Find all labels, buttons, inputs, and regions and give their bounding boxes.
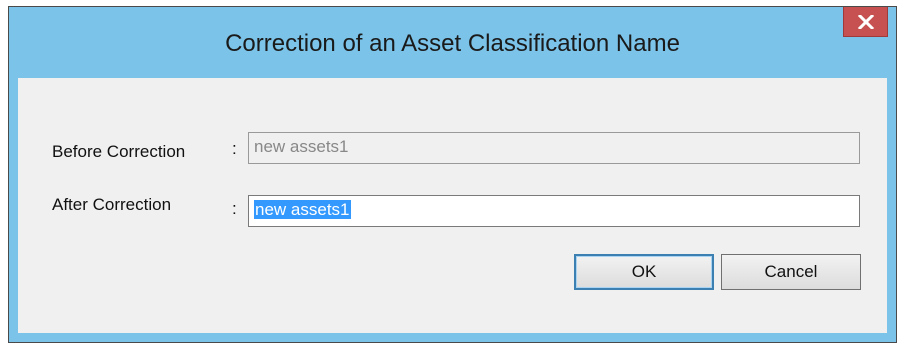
before-correction-colon: : bbox=[232, 139, 237, 158]
ok-button[interactable]: OK bbox=[574, 254, 714, 290]
before-correction-field: new assets1 bbox=[248, 132, 860, 164]
close-button[interactable] bbox=[843, 7, 888, 37]
dialog-window: Correction of an Asset Classification Na… bbox=[8, 6, 897, 343]
after-correction-label: After Correction bbox=[52, 195, 172, 214]
before-correction-label: Before Correction bbox=[52, 142, 186, 161]
after-correction-input[interactable]: new assets1 bbox=[248, 195, 860, 227]
close-icon bbox=[857, 14, 874, 29]
title-bar[interactable]: Correction of an Asset Classification Na… bbox=[9, 7, 896, 78]
selected-input-text[interactable]: new assets1 bbox=[254, 200, 351, 219]
cancel-button[interactable]: Cancel bbox=[721, 254, 861, 290]
after-correction-colon: : bbox=[232, 199, 237, 218]
window-frame-bottom bbox=[9, 333, 896, 342]
dialog-body: Before Correction : new assets1 After Co… bbox=[18, 78, 887, 333]
dialog-title: Correction of an Asset Classification Na… bbox=[225, 30, 680, 57]
window-frame-right bbox=[887, 78, 896, 342]
window-frame-left bbox=[9, 78, 18, 342]
